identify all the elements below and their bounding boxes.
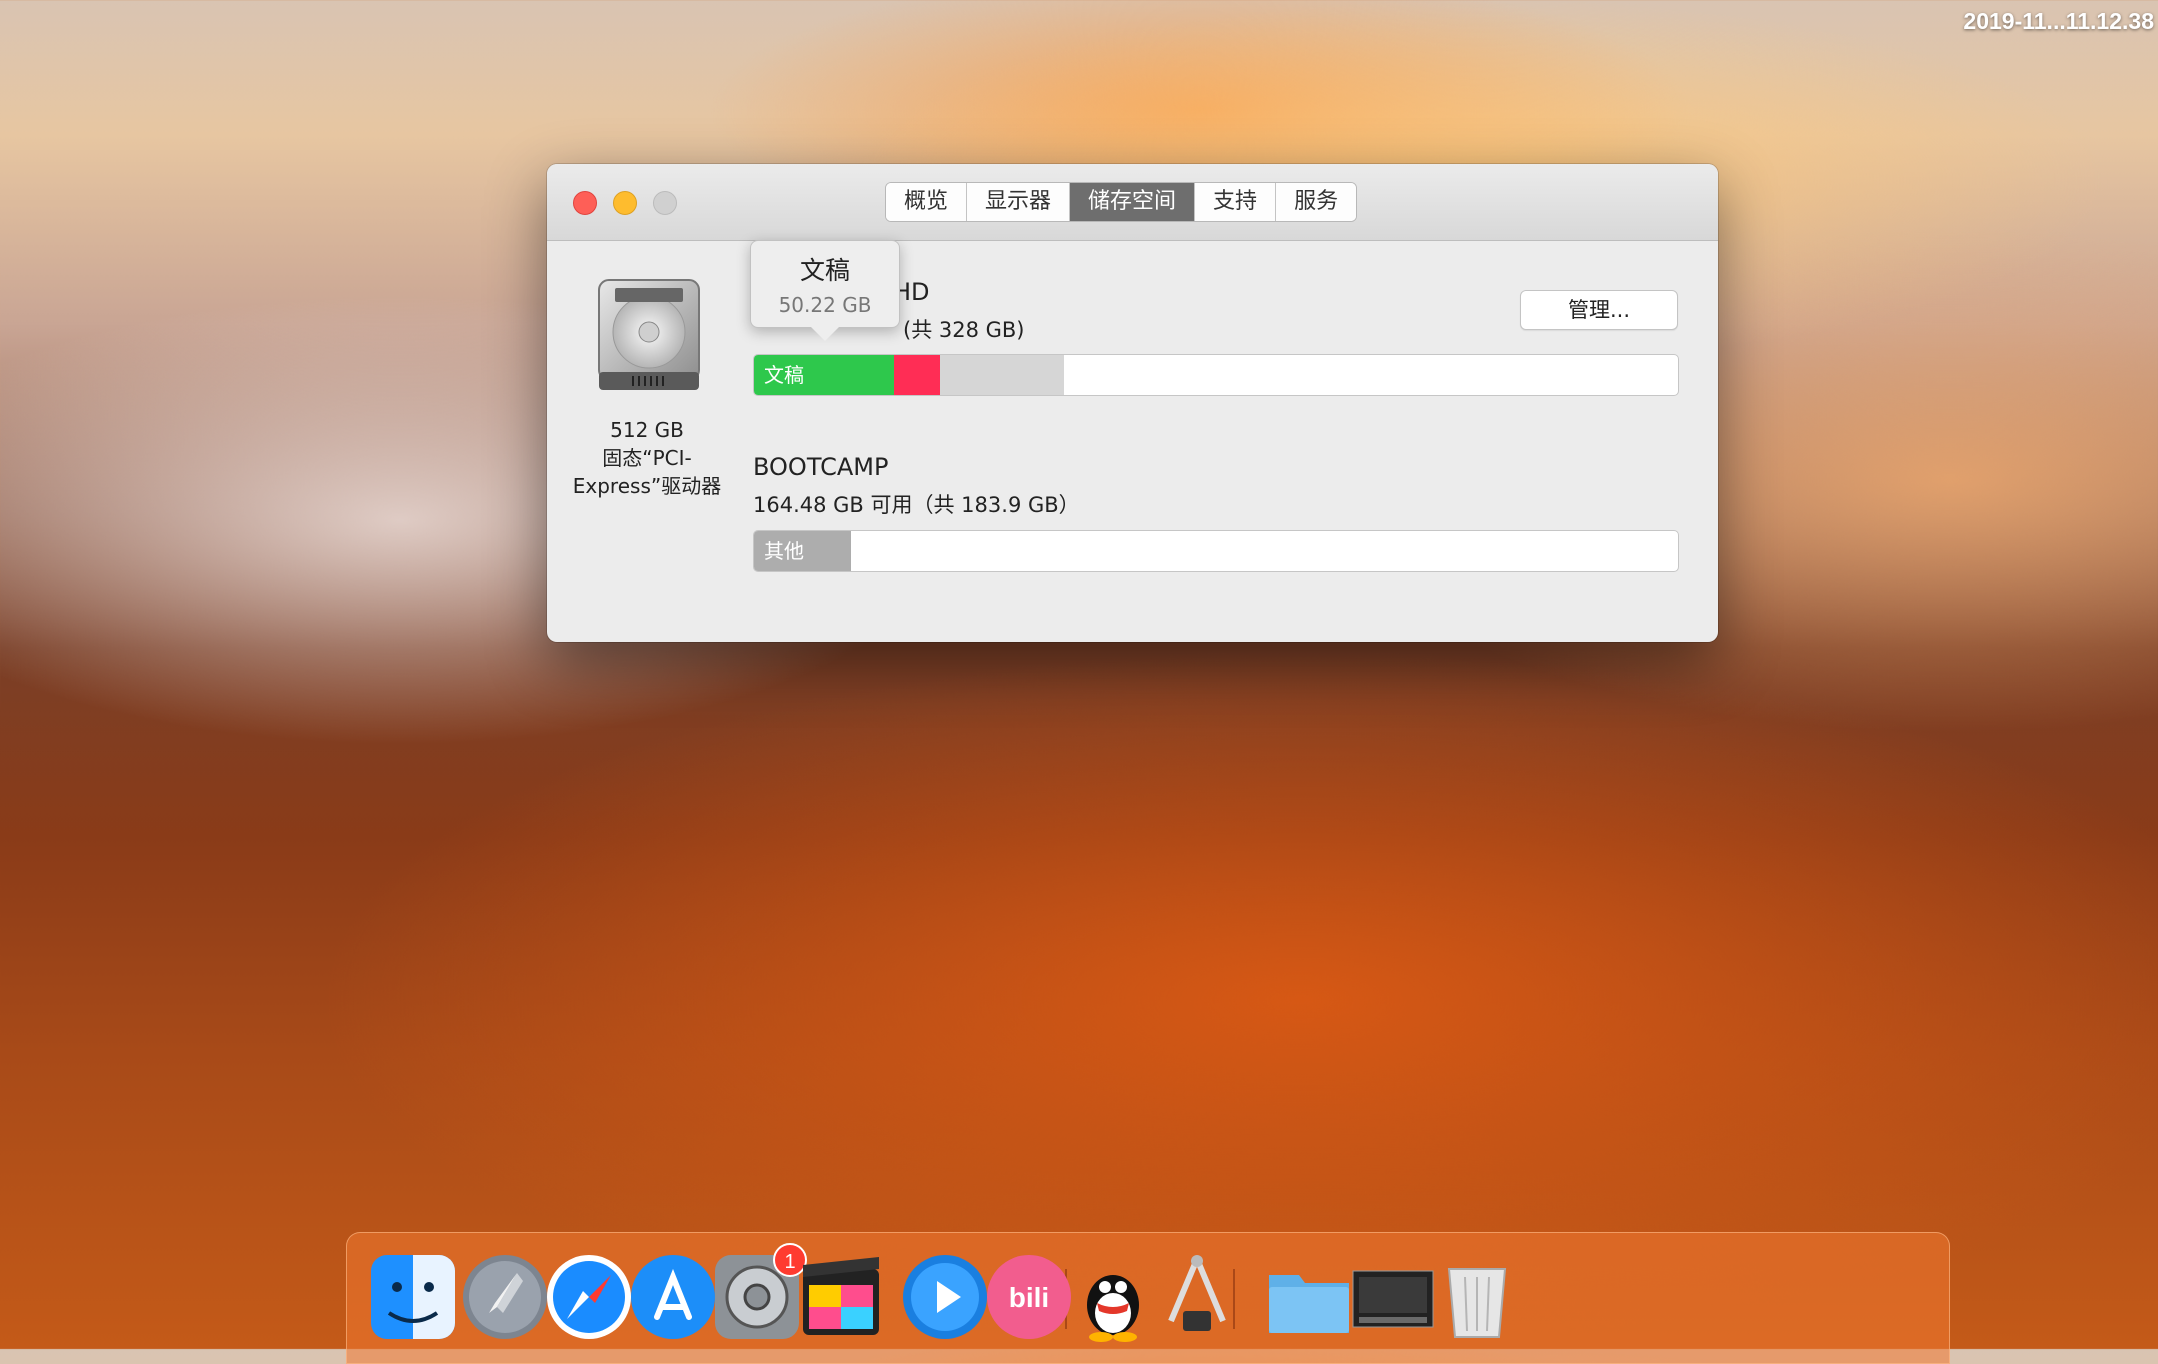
drive-capacity: 512 GB [610,418,684,442]
bilibili-icon[interactable]: bili [983,1251,1075,1343]
storage-bar-volume-2[interactable]: 其他 [753,530,1679,572]
tab-storage[interactable]: 储存空间 [1070,183,1196,221]
storage-segment-label: 其他 [764,539,804,563]
trash-icon[interactable] [1431,1251,1523,1343]
final-cut-pro-icon[interactable] [795,1251,887,1343]
manage-button[interactable]: 管理... [1520,290,1678,330]
dock: 1 bili [346,1232,1950,1364]
storage-tooltip: 文稿 50.22 GB [750,240,900,341]
storage-segment[interactable]: 其他 [754,531,852,571]
tab-displays[interactable]: 显示器 [967,183,1071,221]
folder-icon[interactable] [1263,1251,1355,1343]
storage-segment[interactable] [894,355,940,395]
launchpad-icon[interactable] [459,1251,551,1343]
svg-text:bili: bili [1009,1282,1049,1313]
volume-name: BOOTCAMP [753,453,889,481]
system-information-icon[interactable] [1151,1251,1243,1343]
tab-bar: 概览 显示器 储存空间 支持 服务 [885,182,1358,222]
tooltip-title: 文稿 [799,256,850,285]
about-this-mac-window: 概览 显示器 储存空间 支持 服务 512 GB 固态“PCI- Express… [547,164,1718,642]
hard-drive-icon [598,279,700,390]
storage-segment[interactable]: 文稿 [754,355,895,395]
close-button[interactable] [573,191,597,215]
screenshot-icon[interactable] [1347,1251,1439,1343]
tab-support[interactable]: 支持 [1195,183,1277,221]
volume-subtitle: (共 328 GB) [903,318,1025,342]
drive-type-line2: Express”驱动器 [572,474,722,498]
qq-icon[interactable] [1067,1251,1159,1343]
storage-bar-volume-1[interactable]: 文稿 [753,354,1679,396]
storage-segment-label: 文稿 [764,363,804,387]
drive-type-line1: 固态“PCI- [602,446,692,470]
drive-caption: 512 GB 固态“PCI- Express”驱动器 [557,416,737,500]
system-preferences-icon[interactable]: 1 [711,1243,807,1343]
finder-icon[interactable] [367,1251,459,1343]
tooltip-value: 50.22 GB [778,293,872,317]
zoom-button[interactable] [653,191,677,215]
volume-subtitle: 164.48 GB 可用（共 183.9 GB） [753,493,1080,517]
dock-separator [1233,1269,1235,1329]
quicktime-icon[interactable] [899,1251,991,1343]
minimize-button[interactable] [613,191,637,215]
app-store-icon[interactable] [627,1251,719,1343]
window-titlebar: 概览 显示器 储存空间 支持 服务 [547,164,1718,241]
safari-icon[interactable] [543,1251,635,1343]
tab-service[interactable]: 服务 [1276,183,1357,221]
storage-segment[interactable] [939,355,1065,395]
tab-overview[interactable]: 概览 [886,183,968,221]
menubar-clock[interactable]: 2019-11...11.12.38 [1963,8,2154,35]
tooltip-arrow [811,327,839,341]
